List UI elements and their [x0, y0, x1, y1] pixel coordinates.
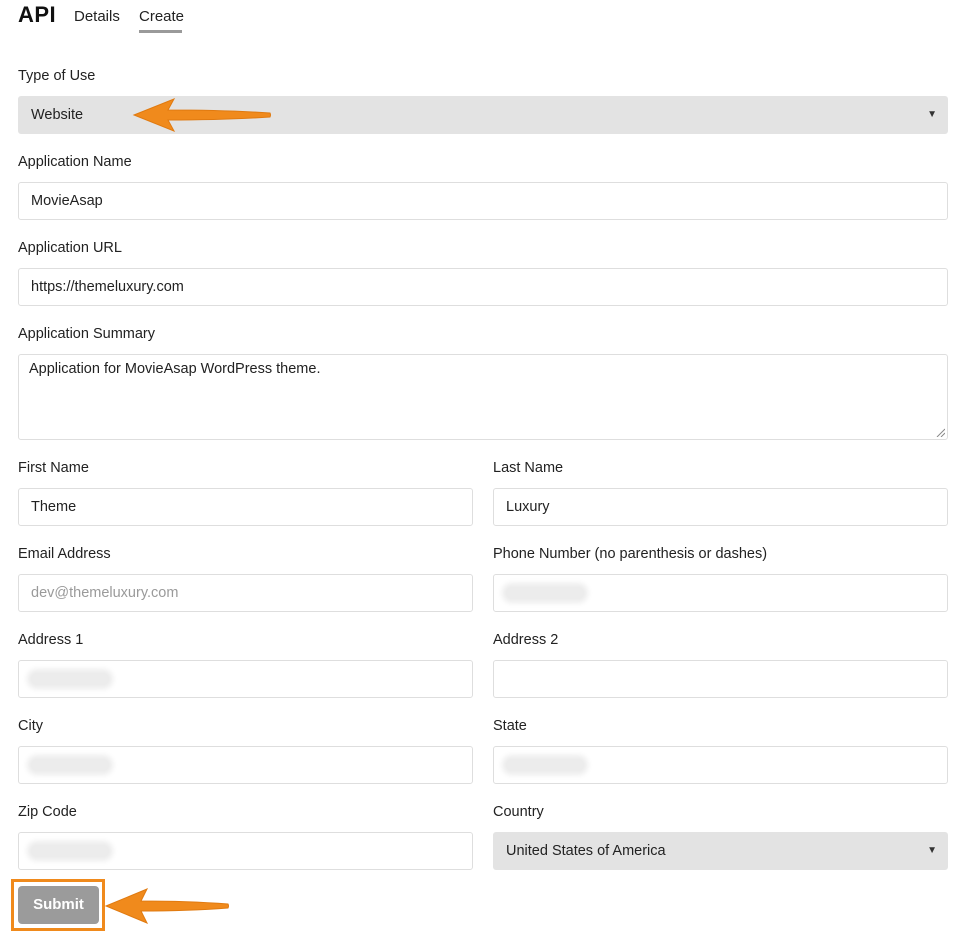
- page-header: API Details Create: [18, 0, 958, 40]
- last-name-label: Last Name: [493, 460, 564, 476]
- address2-label: Address 2: [493, 632, 559, 648]
- state-input[interactable]: [493, 746, 948, 784]
- first-name-input[interactable]: Theme: [18, 488, 473, 526]
- application-name-input[interactable]: MovieAsap: [18, 182, 948, 220]
- first-name-label: First Name: [18, 460, 89, 476]
- active-tab-indicator: [139, 30, 182, 33]
- resize-grip-icon[interactable]: [936, 428, 945, 437]
- phone-label: Phone Number (no parenthesis or dashes): [493, 546, 768, 562]
- email-label: Email Address: [18, 546, 111, 562]
- country-value: United States of America: [506, 843, 666, 859]
- application-summary-label: Application Summary: [18, 326, 155, 342]
- caret-down-icon: ▼: [927, 845, 937, 856]
- address1-input[interactable]: [18, 660, 473, 698]
- submit-button[interactable]: Submit: [18, 886, 99, 924]
- state-label: State: [493, 718, 527, 734]
- redacted-value: [31, 759, 109, 771]
- last-name-value: Luxury: [506, 499, 550, 515]
- page-title: API: [18, 2, 57, 27]
- type-of-use-label: Type of Use: [18, 68, 96, 84]
- country-label: Country: [493, 804, 544, 820]
- redacted-value: [31, 673, 109, 685]
- email-input[interactable]: dev@themeluxury.com: [18, 574, 473, 612]
- city-label: City: [18, 718, 43, 734]
- tab-details[interactable]: Details: [74, 8, 120, 25]
- address1-label: Address 1: [18, 632, 84, 648]
- zip-input[interactable]: [18, 832, 473, 870]
- orange-arrow-icon: [104, 888, 229, 924]
- first-name-value: Theme: [31, 499, 77, 515]
- application-url-value: https://themeluxury.com: [31, 279, 184, 295]
- zip-label: Zip Code: [18, 804, 77, 820]
- application-url-label: Application URL: [18, 240, 122, 256]
- application-name-value: MovieAsap: [31, 193, 103, 209]
- application-name-label: Application Name: [18, 154, 132, 170]
- address2-input[interactable]: [493, 660, 948, 698]
- country-select[interactable]: United States of America ▼: [493, 832, 948, 870]
- application-url-input[interactable]: https://themeluxury.com: [18, 268, 948, 306]
- last-name-input[interactable]: Luxury: [493, 488, 948, 526]
- application-summary-textarea[interactable]: Application for MovieAsap WordPress them…: [18, 354, 948, 440]
- application-summary-value: Application for MovieAsap WordPress them…: [29, 361, 321, 377]
- redacted-value: [506, 759, 584, 771]
- phone-input[interactable]: [493, 574, 948, 612]
- caret-down-icon: ▼: [927, 109, 937, 120]
- redacted-value: [506, 587, 584, 599]
- email-placeholder: dev@themeluxury.com: [31, 585, 179, 601]
- tab-create[interactable]: Create: [139, 8, 184, 25]
- redacted-value: [31, 845, 109, 857]
- type-of-use-value: Website: [31, 107, 84, 123]
- orange-arrow-icon: [132, 98, 271, 132]
- city-input[interactable]: [18, 746, 473, 784]
